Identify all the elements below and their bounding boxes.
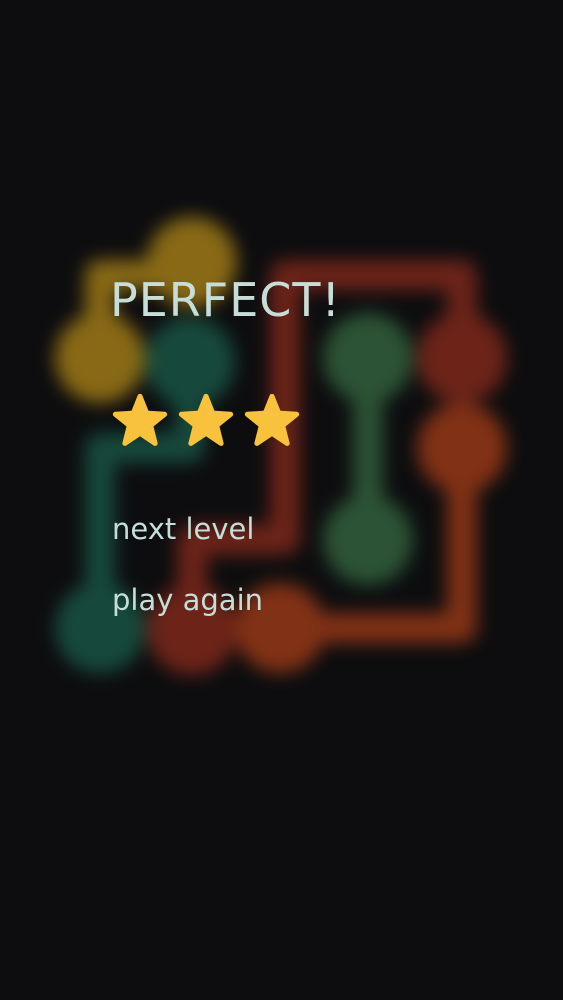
level-complete-dialog: PERFECT! next level play again [0,0,563,1000]
star-rating [112,393,300,449]
star-icon [244,393,300,446]
play-again-button[interactable]: play again [112,582,263,618]
next-level-button[interactable]: next level [112,511,254,547]
star-icon [112,393,168,446]
game-screen: PERFECT! next level play again [0,0,563,1000]
star-icon [178,393,234,446]
result-title: PERFECT! [110,273,341,327]
